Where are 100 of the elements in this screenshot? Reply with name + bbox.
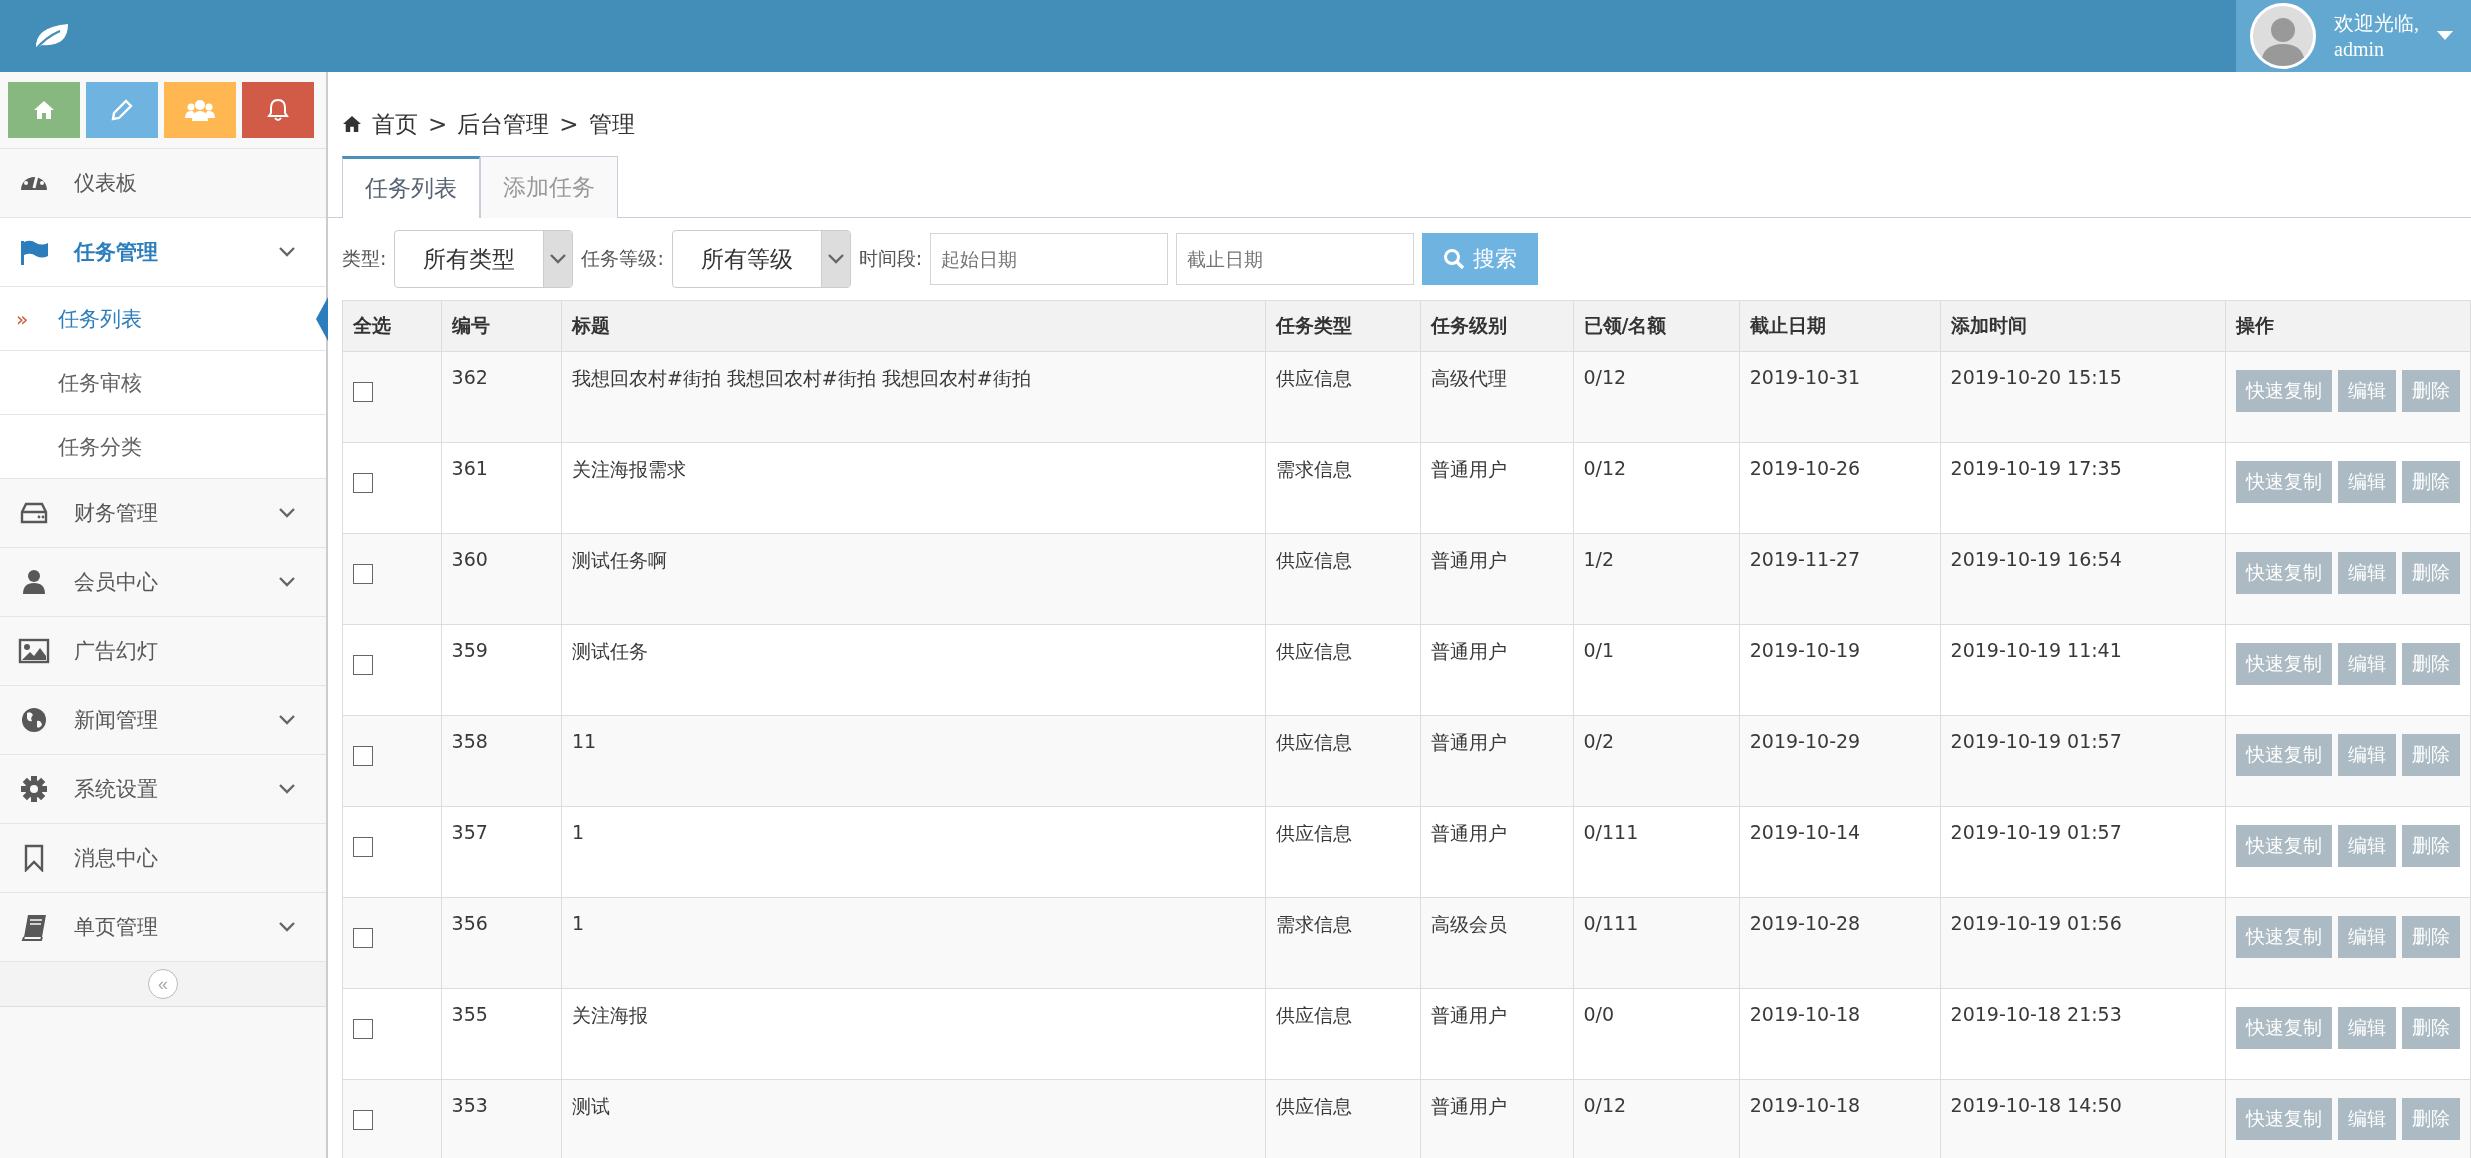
- action-button[interactable]: 快速复制: [2236, 1098, 2332, 1140]
- collapse-sidebar-button[interactable]: «: [148, 969, 178, 999]
- row-checkbox[interactable]: [353, 837, 373, 857]
- breadcrumb-link[interactable]: 管理: [588, 108, 635, 140]
- action-button[interactable]: 快速复制: [2236, 370, 2332, 412]
- level-select[interactable]: 所有等级: [671, 230, 851, 288]
- sidebar-item[interactable]: 会员中心: [0, 548, 326, 617]
- action-button[interactable]: 编辑: [2338, 370, 2396, 412]
- table-cell: 供应信息: [1265, 1079, 1421, 1158]
- action-button[interactable]: 编辑: [2338, 1098, 2396, 1140]
- row-checkbox[interactable]: [353, 1110, 373, 1130]
- column-header: 已领/名额: [1573, 300, 1740, 352]
- row-checkbox[interactable]: [353, 746, 373, 766]
- table-cell: 362: [441, 351, 562, 443]
- action-button[interactable]: 删除: [2402, 461, 2460, 503]
- bookmark-icon: [22, 844, 46, 872]
- sidebar-subitem[interactable]: 任务审核: [0, 351, 326, 415]
- table-cell: 供应信息: [1265, 624, 1421, 716]
- action-button[interactable]: 快速复制: [2236, 825, 2332, 867]
- table-cell: 2019-10-20 15:15: [1940, 351, 2226, 443]
- table-cell: 测试: [561, 1079, 1266, 1158]
- row-checkbox[interactable]: [353, 928, 373, 948]
- chevron-down-icon: [549, 253, 568, 265]
- action-button[interactable]: 快速复制: [2236, 552, 2332, 594]
- welcome-text: 欢迎光临,: [2334, 11, 2419, 36]
- row-checkbox[interactable]: [353, 1019, 373, 1039]
- table-cell: 我想回农村#街拍 我想回农村#街拍 我想回农村#街拍: [561, 351, 1266, 443]
- table-cell: 普通用户: [1420, 988, 1574, 1080]
- action-button[interactable]: 删除: [2402, 916, 2460, 958]
- breadcrumb-link[interactable]: 后台管理: [457, 108, 550, 140]
- action-button[interactable]: 编辑: [2338, 734, 2396, 776]
- action-button[interactable]: 快速复制: [2236, 734, 2332, 776]
- table-cell: 关注海报需求: [561, 442, 1266, 534]
- table-cell: 测试任务: [561, 624, 1266, 716]
- table-cell: 357: [441, 806, 562, 898]
- action-button[interactable]: 快速复制: [2236, 461, 2332, 503]
- sidebar-item[interactable]: 新闻管理: [0, 686, 326, 755]
- pencil-icon: [111, 99, 133, 121]
- action-button[interactable]: 删除: [2402, 825, 2460, 867]
- column-header: 添加时间: [1940, 300, 2226, 352]
- action-button[interactable]: 编辑: [2338, 1007, 2396, 1049]
- action-button[interactable]: 快速复制: [2236, 916, 2332, 958]
- sidebar-subitem[interactable]: 任务分类: [0, 415, 326, 479]
- table-cell: 2019-10-19: [1739, 624, 1941, 716]
- table-cell: 供应信息: [1265, 715, 1421, 807]
- table-cell: 2019-10-14: [1739, 806, 1941, 898]
- sidebar-item[interactable]: 财务管理: [0, 479, 326, 548]
- sidebar-item[interactable]: 广告幻灯: [0, 617, 326, 686]
- search-button[interactable]: 搜索: [1422, 233, 1539, 285]
- action-button[interactable]: 删除: [2402, 1007, 2460, 1049]
- tab[interactable]: 任务列表: [342, 156, 480, 218]
- breadcrumb-separator: >: [428, 111, 448, 137]
- drive-icon: [19, 502, 49, 524]
- action-button[interactable]: 删除: [2402, 1098, 2460, 1140]
- table-cell: 355: [441, 988, 562, 1080]
- table-cell: 356: [441, 897, 562, 989]
- action-button[interactable]: 编辑: [2338, 643, 2396, 685]
- type-select[interactable]: 所有类型: [394, 230, 574, 288]
- current-marker: »: [16, 306, 29, 331]
- row-checkbox[interactable]: [353, 655, 373, 675]
- sidebar-item[interactable]: 任务管理: [0, 218, 326, 287]
- sidebar-item[interactable]: 消息中心: [0, 824, 326, 893]
- chevron-down-icon: [826, 253, 845, 265]
- table-cell: 1: [561, 806, 1266, 898]
- table-cell: 普通用户: [1420, 442, 1574, 534]
- action-button[interactable]: 编辑: [2338, 461, 2396, 503]
- action-button[interactable]: 编辑: [2338, 552, 2396, 594]
- action-button[interactable]: 编辑: [2338, 916, 2396, 958]
- column-header: 编号: [441, 300, 562, 352]
- table-cell: 0/2: [1573, 715, 1740, 807]
- breadcrumb-link[interactable]: 首页: [372, 108, 418, 140]
- type-label: 类型:: [342, 246, 387, 271]
- row-checkbox[interactable]: [353, 473, 373, 493]
- table-cell: 供应信息: [1265, 533, 1421, 625]
- action-button[interactable]: 删除: [2402, 643, 2460, 685]
- row-checkbox[interactable]: [353, 382, 373, 402]
- action-button[interactable]: 编辑: [2338, 825, 2396, 867]
- end-date-field[interactable]: 截止日期: [1176, 233, 1415, 285]
- action-button[interactable]: 快速复制: [2236, 643, 2332, 685]
- sidebar-subitem[interactable]: » 任务列表: [0, 287, 326, 351]
- shortcut-button[interactable]: [242, 82, 314, 138]
- row-checkbox[interactable]: [353, 564, 373, 584]
- action-button[interactable]: 快速复制: [2236, 1007, 2332, 1049]
- start-date-field[interactable]: 起始日期: [930, 233, 1169, 285]
- breadcrumb-separator: >: [559, 111, 579, 137]
- table-cell: 0/12: [1573, 442, 1740, 534]
- caret-down-icon[interactable]: [2437, 31, 2453, 41]
- action-button[interactable]: 删除: [2402, 734, 2460, 776]
- book-icon: [20, 913, 48, 941]
- table-cell: 普通用户: [1420, 806, 1574, 898]
- table-cell: 2019-10-19 17:35: [1940, 442, 2226, 534]
- tab[interactable]: 添加任务: [480, 156, 618, 218]
- table-cell: 2019-10-19 01:57: [1940, 806, 2226, 898]
- table-cell: 高级会员: [1420, 897, 1574, 989]
- table-cell: 0/12: [1573, 351, 1740, 443]
- table-cell: 2019-10-28: [1739, 897, 1941, 989]
- sidebar-item[interactable]: 系统设置: [0, 755, 326, 824]
- action-button[interactable]: 删除: [2402, 552, 2460, 594]
- active-indicator: [316, 296, 328, 341]
- action-button[interactable]: 删除: [2402, 370, 2460, 412]
